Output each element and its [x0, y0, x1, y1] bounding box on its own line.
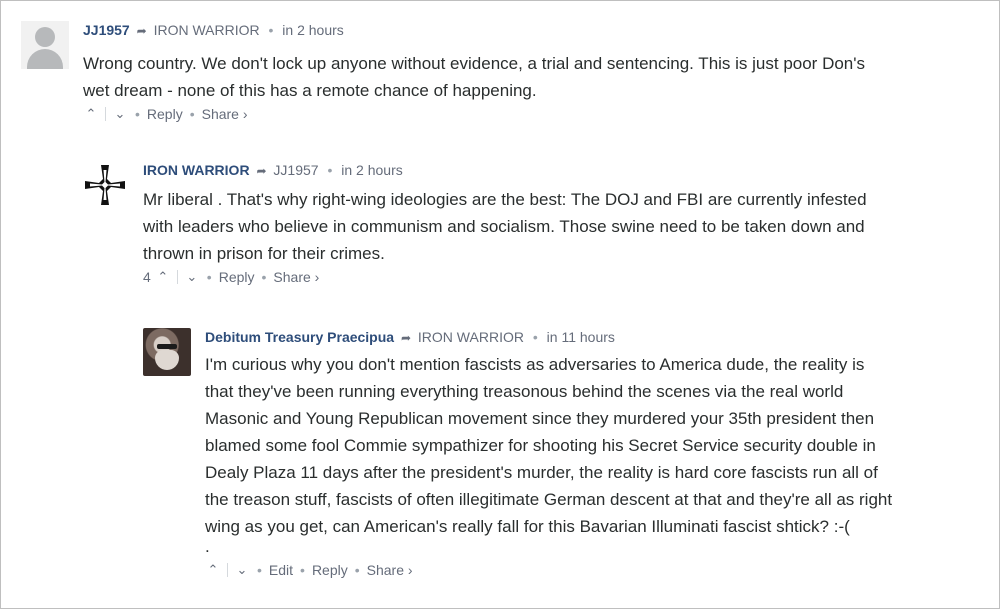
chevron-up-icon[interactable]: ⌃ — [155, 269, 171, 285]
chevron-down-icon[interactable]: ⌄ — [184, 269, 200, 285]
comment-text: I'm curious why you don't mention fascis… — [205, 351, 990, 556]
vote-score: 4 — [143, 269, 151, 285]
comment-line: Masonic and Young Republican movement si… — [205, 409, 875, 428]
comment-line: Dealy Plaza 11 days after the president'… — [205, 463, 878, 482]
separator-dot: • — [268, 22, 274, 38]
comment-line: . — [205, 537, 210, 556]
user-photo-avatar[interactable] — [143, 328, 191, 376]
comment-line: blamed some fool Commie sympathizer for … — [205, 436, 876, 455]
reply-to-author[interactable]: JJ1957 — [273, 162, 318, 178]
share-button[interactable]: Share › — [273, 269, 319, 285]
comment-line: I'm curious why you don't mention fascis… — [205, 355, 865, 374]
comment-line: wing as you get, can American's really f… — [205, 517, 850, 536]
comment-author[interactable]: IRON WARRIOR — [143, 162, 250, 178]
comment-footer: ⌃ ⌄ • Reply • Share › — [83, 106, 973, 122]
comment-line: thrown in prison for their crimes. — [143, 244, 385, 263]
reply-arrow-icon: ➦ — [136, 24, 147, 38]
chevron-down-icon[interactable]: ⌄ — [234, 562, 250, 578]
footer-dot: • — [135, 106, 140, 122]
footer-dot: • — [189, 106, 195, 122]
footer-dot: • — [257, 562, 262, 578]
comment-header: JJ1957 ➦ IRON WARRIOR • in 2 hours — [83, 21, 973, 40]
chevron-up-icon[interactable]: ⌃ — [83, 106, 99, 122]
comment-author[interactable]: Debitum Treasury Praecipua — [205, 329, 394, 345]
edit-button[interactable]: Edit — [269, 562, 293, 578]
footer-dot: • — [206, 269, 212, 285]
reply-button[interactable]: Reply — [219, 269, 255, 285]
comment-header: IRON WARRIOR ➦ JJ1957 • in 2 hours — [143, 161, 973, 180]
comment-time[interactable]: in 2 hours — [282, 22, 343, 38]
reply-arrow-icon: ➦ — [400, 331, 412, 345]
comment-author[interactable]: JJ1957 — [83, 22, 130, 38]
reply-to-author[interactable]: IRON WARRIOR — [418, 329, 524, 345]
reply-button[interactable]: Reply — [147, 106, 183, 122]
vote-divider — [176, 270, 178, 284]
reply-button[interactable]: Reply — [312, 562, 348, 578]
comment-text: Mr liberal . That's why right-wing ideol… — [143, 186, 973, 267]
comment-line: the treason stuff, fascists of often ill… — [205, 490, 893, 509]
comment-line: with leaders who believe in communism an… — [143, 217, 865, 236]
separator-dot: • — [327, 162, 333, 178]
comment-footer: ⌃ ⌄ • Edit • Reply • Share › — [205, 562, 990, 578]
comment-thread: JJ1957 ➦ IRON WARRIOR • in 2 hours Wrong… — [0, 0, 1000, 609]
comment-line: that they've been running everything tre… — [205, 382, 844, 401]
comment-header: Debitum Treasury Praecipua ➦ IRON WARRIO… — [205, 328, 990, 347]
separator-dot: • — [532, 329, 538, 345]
reply-arrow-icon: ➦ — [256, 164, 267, 178]
footer-dot: • — [300, 562, 305, 578]
comment-line: Mr liberal . That's why right-wing ideol… — [143, 190, 867, 209]
chevron-down-icon[interactable]: ⌄ — [112, 106, 128, 122]
vote-divider — [105, 107, 106, 121]
share-button[interactable]: Share › — [367, 562, 413, 578]
comment-footer: 4 ⌃ ⌄ • Reply • Share › — [143, 269, 973, 285]
iron-cross-icon[interactable] — [81, 161, 129, 209]
comment-time[interactable]: in 2 hours — [341, 162, 402, 178]
chevron-up-icon[interactable]: ⌃ — [205, 562, 221, 578]
comment-line: wet dream - none of this has a remote ch… — [83, 81, 537, 100]
comment-text: Wrong country. We don't lock up anyone w… — [83, 50, 973, 104]
comment-line: Wrong country. We don't lock up anyone w… — [83, 54, 865, 73]
comment-time[interactable]: in 11 hours — [547, 329, 615, 345]
footer-dot: • — [261, 269, 267, 285]
vote-divider — [227, 563, 228, 577]
reply-to-author[interactable]: IRON WARRIOR — [154, 22, 260, 38]
footer-dot: • — [354, 562, 360, 578]
share-button[interactable]: Share › — [202, 106, 248, 122]
avatar-default-icon[interactable] — [21, 21, 69, 69]
